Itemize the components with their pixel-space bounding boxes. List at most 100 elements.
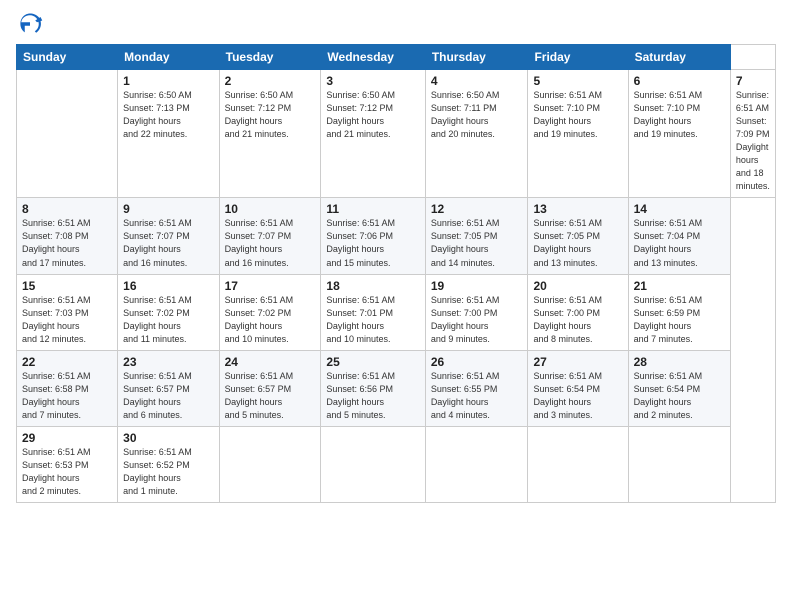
day-info: Sunrise: 6:51 AMSunset: 6:53 PMDaylight … bbox=[22, 446, 112, 498]
table-row: 21Sunrise: 6:51 AMSunset: 6:59 PMDayligh… bbox=[628, 274, 730, 350]
day-number: 11 bbox=[326, 202, 419, 216]
table-row: 8Sunrise: 6:51 AMSunset: 7:08 PMDaylight… bbox=[17, 198, 118, 274]
logo-icon bbox=[16, 10, 44, 38]
day-info: Sunrise: 6:51 AMSunset: 7:10 PMDaylight … bbox=[533, 89, 622, 141]
calendar-week-row: 8Sunrise: 6:51 AMSunset: 7:08 PMDaylight… bbox=[17, 198, 776, 274]
col-friday: Friday bbox=[528, 45, 628, 70]
day-info: Sunrise: 6:51 AMSunset: 7:05 PMDaylight … bbox=[533, 217, 622, 269]
day-number: 7 bbox=[736, 74, 770, 88]
day-number: 20 bbox=[533, 279, 622, 293]
day-number: 3 bbox=[326, 74, 419, 88]
day-number: 25 bbox=[326, 355, 419, 369]
calendar-table: Sunday Monday Tuesday Wednesday Thursday… bbox=[16, 44, 776, 503]
day-info: Sunrise: 6:51 AMSunset: 7:03 PMDaylight … bbox=[22, 294, 112, 346]
day-number: 19 bbox=[431, 279, 523, 293]
table-row: 22Sunrise: 6:51 AMSunset: 6:58 PMDayligh… bbox=[17, 350, 118, 426]
day-number: 8 bbox=[22, 202, 112, 216]
col-monday: Monday bbox=[118, 45, 219, 70]
table-row bbox=[321, 426, 425, 502]
page: Sunday Monday Tuesday Wednesday Thursday… bbox=[0, 0, 792, 612]
table-row: 4Sunrise: 6:50 AMSunset: 7:11 PMDaylight… bbox=[425, 70, 528, 198]
table-row bbox=[219, 426, 321, 502]
day-info: Sunrise: 6:51 AMSunset: 6:54 PMDaylight … bbox=[533, 370, 622, 422]
day-number: 18 bbox=[326, 279, 419, 293]
table-row bbox=[425, 426, 528, 502]
day-number: 4 bbox=[431, 74, 523, 88]
day-number: 15 bbox=[22, 279, 112, 293]
day-number: 21 bbox=[634, 279, 725, 293]
day-number: 2 bbox=[225, 74, 316, 88]
day-info: Sunrise: 6:51 AMSunset: 7:09 PMDaylight … bbox=[736, 89, 770, 193]
table-row: 11Sunrise: 6:51 AMSunset: 7:06 PMDayligh… bbox=[321, 198, 425, 274]
table-row: 29Sunrise: 6:51 AMSunset: 6:53 PMDayligh… bbox=[17, 426, 118, 502]
calendar-week-row: 15Sunrise: 6:51 AMSunset: 7:03 PMDayligh… bbox=[17, 274, 776, 350]
table-row: 24Sunrise: 6:51 AMSunset: 6:57 PMDayligh… bbox=[219, 350, 321, 426]
calendar-week-row: 22Sunrise: 6:51 AMSunset: 6:58 PMDayligh… bbox=[17, 350, 776, 426]
day-number: 23 bbox=[123, 355, 213, 369]
table-row: 15Sunrise: 6:51 AMSunset: 7:03 PMDayligh… bbox=[17, 274, 118, 350]
col-saturday: Saturday bbox=[628, 45, 730, 70]
day-number: 28 bbox=[634, 355, 725, 369]
day-number: 16 bbox=[123, 279, 213, 293]
table-row: 5Sunrise: 6:51 AMSunset: 7:10 PMDaylight… bbox=[528, 70, 628, 198]
calendar-week-row: 1Sunrise: 6:50 AMSunset: 7:13 PMDaylight… bbox=[17, 70, 776, 198]
day-info: Sunrise: 6:51 AMSunset: 7:10 PMDaylight … bbox=[634, 89, 725, 141]
table-row: 17Sunrise: 6:51 AMSunset: 7:02 PMDayligh… bbox=[219, 274, 321, 350]
day-info: Sunrise: 6:51 AMSunset: 7:02 PMDaylight … bbox=[123, 294, 213, 346]
table-row: 18Sunrise: 6:51 AMSunset: 7:01 PMDayligh… bbox=[321, 274, 425, 350]
table-row: 9Sunrise: 6:51 AMSunset: 7:07 PMDaylight… bbox=[118, 198, 219, 274]
table-row bbox=[628, 426, 730, 502]
col-tuesday: Tuesday bbox=[219, 45, 321, 70]
day-info: Sunrise: 6:50 AMSunset: 7:12 PMDaylight … bbox=[225, 89, 316, 141]
table-row: 26Sunrise: 6:51 AMSunset: 6:55 PMDayligh… bbox=[425, 350, 528, 426]
day-number: 17 bbox=[225, 279, 316, 293]
day-info: Sunrise: 6:50 AMSunset: 7:13 PMDaylight … bbox=[123, 89, 213, 141]
day-info: Sunrise: 6:51 AMSunset: 7:00 PMDaylight … bbox=[533, 294, 622, 346]
table-row: 2Sunrise: 6:50 AMSunset: 7:12 PMDaylight… bbox=[219, 70, 321, 198]
table-row: 19Sunrise: 6:51 AMSunset: 7:00 PMDayligh… bbox=[425, 274, 528, 350]
day-info: Sunrise: 6:51 AMSunset: 7:07 PMDaylight … bbox=[123, 217, 213, 269]
table-row: 20Sunrise: 6:51 AMSunset: 7:00 PMDayligh… bbox=[528, 274, 628, 350]
table-row: 27Sunrise: 6:51 AMSunset: 6:54 PMDayligh… bbox=[528, 350, 628, 426]
day-info: Sunrise: 6:51 AMSunset: 6:55 PMDaylight … bbox=[431, 370, 523, 422]
day-info: Sunrise: 6:51 AMSunset: 7:06 PMDaylight … bbox=[326, 217, 419, 269]
day-info: Sunrise: 6:51 AMSunset: 6:54 PMDaylight … bbox=[634, 370, 725, 422]
header bbox=[16, 10, 776, 38]
day-info: Sunrise: 6:51 AMSunset: 6:57 PMDaylight … bbox=[225, 370, 316, 422]
day-number: 14 bbox=[634, 202, 725, 216]
table-row: 25Sunrise: 6:51 AMSunset: 6:56 PMDayligh… bbox=[321, 350, 425, 426]
day-number: 12 bbox=[431, 202, 523, 216]
day-number: 10 bbox=[225, 202, 316, 216]
table-row: 14Sunrise: 6:51 AMSunset: 7:04 PMDayligh… bbox=[628, 198, 730, 274]
day-number: 27 bbox=[533, 355, 622, 369]
col-sunday: Sunday bbox=[17, 45, 118, 70]
day-info: Sunrise: 6:51 AMSunset: 6:58 PMDaylight … bbox=[22, 370, 112, 422]
calendar-header-row: Sunday Monday Tuesday Wednesday Thursday… bbox=[17, 45, 776, 70]
day-info: Sunrise: 6:50 AMSunset: 7:11 PMDaylight … bbox=[431, 89, 523, 141]
day-info: Sunrise: 6:51 AMSunset: 7:04 PMDaylight … bbox=[634, 217, 725, 269]
table-row: 12Sunrise: 6:51 AMSunset: 7:05 PMDayligh… bbox=[425, 198, 528, 274]
day-info: Sunrise: 6:51 AMSunset: 6:57 PMDaylight … bbox=[123, 370, 213, 422]
col-thursday: Thursday bbox=[425, 45, 528, 70]
day-info: Sunrise: 6:51 AMSunset: 7:08 PMDaylight … bbox=[22, 217, 112, 269]
day-number: 1 bbox=[123, 74, 213, 88]
table-row: 30Sunrise: 6:51 AMSunset: 6:52 PMDayligh… bbox=[118, 426, 219, 502]
day-info: Sunrise: 6:51 AMSunset: 7:01 PMDaylight … bbox=[326, 294, 419, 346]
day-info: Sunrise: 6:50 AMSunset: 7:12 PMDaylight … bbox=[326, 89, 419, 141]
day-number: 29 bbox=[22, 431, 112, 445]
day-info: Sunrise: 6:51 AMSunset: 6:56 PMDaylight … bbox=[326, 370, 419, 422]
day-number: 24 bbox=[225, 355, 316, 369]
day-number: 13 bbox=[533, 202, 622, 216]
day-number: 26 bbox=[431, 355, 523, 369]
day-info: Sunrise: 6:51 AMSunset: 6:52 PMDaylight … bbox=[123, 446, 213, 498]
day-info: Sunrise: 6:51 AMSunset: 7:02 PMDaylight … bbox=[225, 294, 316, 346]
table-row: 7Sunrise: 6:51 AMSunset: 7:09 PMDaylight… bbox=[730, 70, 775, 198]
table-row: 28Sunrise: 6:51 AMSunset: 6:54 PMDayligh… bbox=[628, 350, 730, 426]
col-wednesday: Wednesday bbox=[321, 45, 425, 70]
day-info: Sunrise: 6:51 AMSunset: 7:05 PMDaylight … bbox=[431, 217, 523, 269]
day-number: 9 bbox=[123, 202, 213, 216]
table-row: 13Sunrise: 6:51 AMSunset: 7:05 PMDayligh… bbox=[528, 198, 628, 274]
table-row: 3Sunrise: 6:50 AMSunset: 7:12 PMDaylight… bbox=[321, 70, 425, 198]
day-number: 6 bbox=[634, 74, 725, 88]
day-info: Sunrise: 6:51 AMSunset: 7:07 PMDaylight … bbox=[225, 217, 316, 269]
